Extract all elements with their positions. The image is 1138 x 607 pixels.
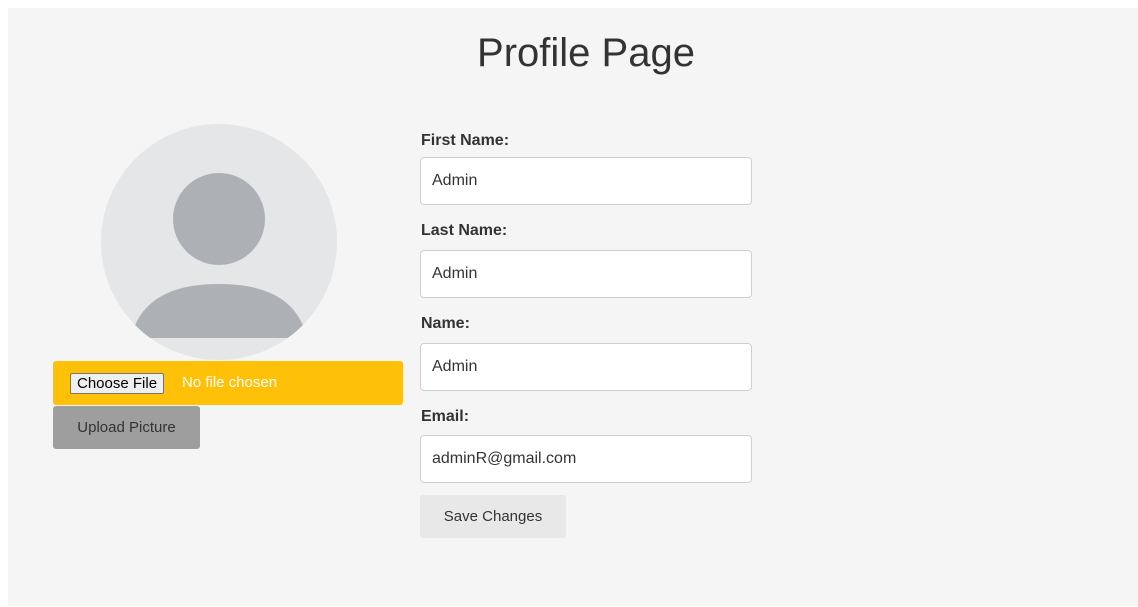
user-avatar-icon bbox=[101, 124, 337, 360]
choose-file-button[interactable]: Choose File bbox=[70, 373, 165, 394]
name-label: Name: bbox=[421, 315, 470, 332]
last-name-label: Last Name: bbox=[421, 222, 508, 239]
email-field[interactable] bbox=[420, 435, 752, 483]
first-name-label: First Name: bbox=[421, 132, 510, 149]
first-name-field[interactable] bbox=[420, 157, 752, 205]
file-picker-bar: Choose File No file chosen bbox=[53, 361, 403, 405]
upload-picture-button[interactable]: Upload Picture bbox=[53, 406, 200, 449]
email-label: Email: bbox=[421, 408, 470, 425]
save-changes-button[interactable]: Save Changes bbox=[420, 495, 566, 538]
name-field[interactable] bbox=[420, 343, 752, 391]
page-title: Profile Page bbox=[477, 31, 695, 75]
last-name-field[interactable] bbox=[420, 250, 752, 298]
profile-panel: Profile Page Choose File No file chosen … bbox=[8, 8, 1138, 606]
file-status-text: No file chosen bbox=[182, 374, 278, 391]
